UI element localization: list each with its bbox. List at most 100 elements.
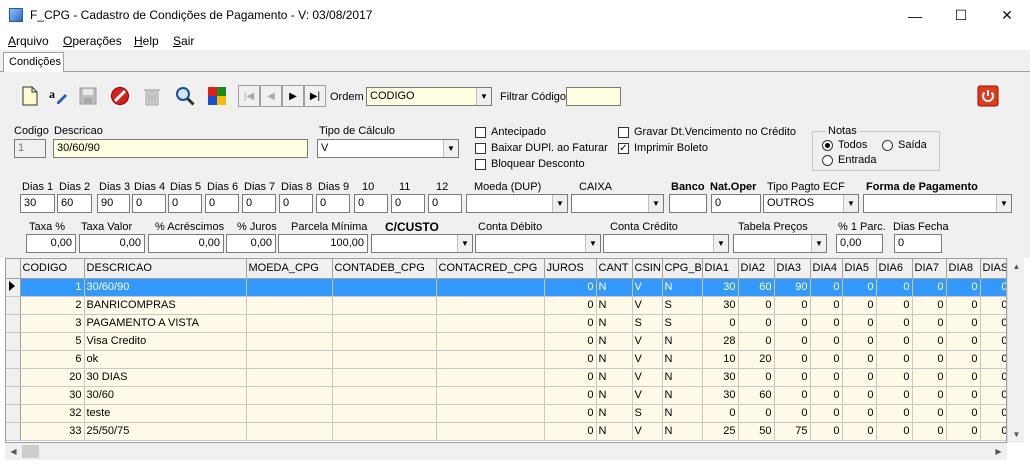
table-cell[interactable]: 0 <box>842 332 877 351</box>
table-cell[interactable]: 0 <box>876 278 913 297</box>
table-cell[interactable]: 0 <box>738 404 775 423</box>
table-cell[interactable]: V <box>632 350 663 369</box>
table-cell[interactable]: 0 <box>544 296 597 315</box>
menu-help[interactable]: Help <box>134 34 159 48</box>
conta-debito-select[interactable]: ▼ <box>475 234 601 253</box>
table-cell[interactable]: 30 <box>20 386 85 405</box>
table-cell[interactable] <box>332 278 437 297</box>
table-cell[interactable]: 0 <box>544 368 597 387</box>
dias-9-field[interactable]: 0 <box>316 194 350 213</box>
table-cell[interactable] <box>436 278 545 297</box>
table-cell[interactable]: 75 <box>774 422 811 441</box>
filtrar-input[interactable] <box>566 87 621 106</box>
table-cell[interactable]: 50 <box>738 422 775 441</box>
row-indicator[interactable] <box>6 368 21 387</box>
table-cell[interactable]: N <box>596 296 633 315</box>
dias-1-field[interactable]: 30 <box>20 194 55 213</box>
table-cell[interactable] <box>332 296 437 315</box>
table-cell[interactable]: 0 <box>876 422 913 441</box>
table-cell[interactable] <box>246 314 333 333</box>
table-cell[interactable] <box>332 422 437 441</box>
table-cell[interactable]: 0 <box>946 368 981 387</box>
table-cell[interactable]: N <box>662 404 703 423</box>
table-cell[interactable]: 0 <box>912 296 947 315</box>
table-cell[interactable]: 0 <box>980 314 1006 333</box>
table-cell[interactable]: 0 <box>946 296 981 315</box>
table-cell[interactable] <box>436 296 545 315</box>
row-indicator[interactable] <box>6 314 21 333</box>
imprimir-boleto-checkbox[interactable]: ✓ <box>618 143 629 154</box>
table-cell[interactable]: 0 <box>544 314 597 333</box>
power-exit-icon[interactable] <box>976 84 1000 108</box>
column-header-dia2[interactable]: DIA2 <box>738 259 775 279</box>
table-cell[interactable]: 0 <box>774 368 811 387</box>
table-cell[interactable]: 0 <box>980 296 1006 315</box>
table-cell[interactable] <box>436 368 545 387</box>
column-header-cant[interactable]: CANT <box>596 259 633 279</box>
dias-4-field[interactable]: 0 <box>132 194 166 213</box>
table-row[interactable]: 32 teste 0 N S N 0 0 0 0 0 0 0 0 0 <box>6 404 1006 423</box>
search-icon[interactable] <box>173 84 197 108</box>
table-cell[interactable]: 28 <box>702 332 739 351</box>
table-cell[interactable] <box>436 422 545 441</box>
table-cell[interactable]: S <box>632 314 663 333</box>
nav-prev-button[interactable]: ◀ <box>260 85 282 107</box>
table-cell[interactable]: N <box>596 422 633 441</box>
table-cell[interactable]: 30 DIAS <box>84 368 247 387</box>
table-cell[interactable]: 0 <box>912 404 947 423</box>
table-cell[interactable]: N <box>662 422 703 441</box>
column-header-codigo[interactable]: CODIGO <box>20 259 85 279</box>
nav-next-button[interactable]: ▶ <box>282 85 304 107</box>
tipo-calculo-select[interactable]: V ▼ <box>317 139 459 158</box>
table-cell[interactable]: N <box>596 368 633 387</box>
table-cell[interactable]: 0 <box>810 296 843 315</box>
table-cell[interactable]: 0 <box>842 314 877 333</box>
vertical-scrollbar[interactable]: ▲ ▼ <box>1007 258 1024 443</box>
table-cell[interactable] <box>246 368 333 387</box>
table-cell[interactable]: 0 <box>842 350 877 369</box>
table-cell[interactable] <box>246 422 333 441</box>
nav-last-button[interactable]: ▶| <box>304 85 326 107</box>
row-indicator[interactable] <box>6 296 21 315</box>
table-cell[interactable]: 0 <box>842 404 877 423</box>
table-cell[interactable]: 0 <box>980 422 1006 441</box>
table-cell[interactable] <box>246 404 333 423</box>
notas-entrada-radio[interactable] <box>822 155 833 166</box>
table-cell[interactable]: 1 <box>20 278 85 297</box>
table-cell[interactable] <box>246 296 333 315</box>
table-cell[interactable]: 0 <box>810 422 843 441</box>
table-cell[interactable] <box>436 404 545 423</box>
table-cell[interactable]: 0 <box>876 314 913 333</box>
table-cell[interactable] <box>246 278 333 297</box>
table-row[interactable]: 6 ok 0 N V N 10 20 0 0 0 0 0 0 0 <box>6 350 1006 369</box>
table-cell[interactable]: N <box>662 386 703 405</box>
dias-fecha-field[interactable]: 0 <box>894 234 942 253</box>
table-cell[interactable]: 25/50/75 <box>84 422 247 441</box>
dias-5-field[interactable]: 0 <box>168 194 202 213</box>
table-cell[interactable]: V <box>632 422 663 441</box>
table-cell[interactable] <box>332 368 437 387</box>
juros-field[interactable]: 0,00 <box>226 234 276 253</box>
table-cell[interactable] <box>332 314 437 333</box>
table-row[interactable]: 3 PAGAMENTO A VISTA 0 N S S 0 0 0 0 0 0 0 0 0 <box>6 314 1006 333</box>
table-row[interactable]: 33 25/50/75 0 N V N 25 50 75 0 0 0 0 0 0 <box>6 422 1006 441</box>
menu-operacoes[interactable]: Operações <box>63 34 122 48</box>
horizontal-scrollbar[interactable]: ◀ ▶ <box>5 443 1007 460</box>
table-cell[interactable]: 0 <box>842 296 877 315</box>
column-header-dia6[interactable]: DIA6 <box>876 259 913 279</box>
antecipado-checkbox[interactable] <box>475 127 486 138</box>
menu-sair[interactable]: Sair <box>173 34 194 48</box>
table-cell[interactable] <box>436 386 545 405</box>
table-row[interactable]: 1 30/60/90 0 N V N 30 60 90 0 0 0 0 0 0 <box>6 278 1006 297</box>
table-cell[interactable]: 0 <box>842 422 877 441</box>
column-header-dia5[interactable]: DIA5 <box>842 259 877 279</box>
table-cell[interactable]: V <box>632 296 663 315</box>
table-cell[interactable] <box>332 350 437 369</box>
table-cell[interactable]: 0 <box>912 350 947 369</box>
table-cell[interactable]: 0 <box>702 404 739 423</box>
table-cell[interactable] <box>436 350 545 369</box>
menu-arquivo[interactable]: Arquivo <box>8 34 49 48</box>
table-cell[interactable]: 0 <box>774 296 811 315</box>
column-header-dia4[interactable]: DIA4 <box>810 259 843 279</box>
cancel-icon[interactable] <box>108 84 132 108</box>
